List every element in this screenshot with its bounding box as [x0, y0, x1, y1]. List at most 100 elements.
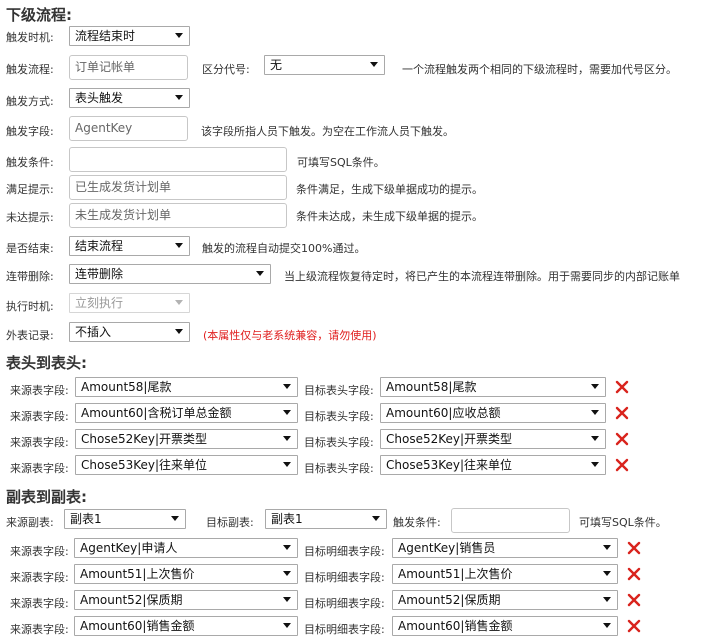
target-field-select[interactable]: Amount60|应收总额	[380, 403, 606, 423]
source-field-select[interactable]: Amount51|上次售价	[74, 564, 298, 584]
target-table-select[interactable]: 副表1	[265, 509, 387, 529]
close-x-icon[interactable]	[627, 593, 641, 607]
unsatisfied-hint-label: 未达提示:	[6, 211, 54, 224]
chevron-down-icon	[591, 462, 599, 467]
chevron-down-icon	[372, 516, 380, 521]
chevron-down-icon	[603, 623, 611, 628]
target-detail-field-select[interactable]: Amount60|销售金额	[392, 616, 618, 636]
source-field-select[interactable]: Amount58|尾款	[75, 377, 298, 397]
source-field-select[interactable]: Chose52Key|开票类型	[75, 429, 298, 449]
chevron-down-icon	[603, 597, 611, 602]
chevron-down-icon	[603, 545, 611, 550]
distinguish-code-select[interactable]: 无	[264, 55, 385, 75]
chevron-down-icon	[370, 62, 378, 67]
trigger-mode-value: 表头触发	[75, 91, 124, 105]
close-x-icon[interactable]	[615, 432, 629, 446]
target-field-select[interactable]: Chose52Key|开票类型	[380, 429, 606, 449]
unsatisfied-hint-hint: 条件未达成，未生成下级单据的提示。	[296, 210, 483, 223]
trigger-mode-label: 触发方式:	[6, 95, 54, 108]
source-field-select[interactable]: Amount60|销售金额	[74, 616, 298, 636]
close-x-icon[interactable]	[627, 541, 641, 555]
target-detail-field-label: 目标明细表字段:	[304, 545, 385, 558]
distinguish-code-hint: 一个流程触发两个相同的下级流程时，需要加代号区分。	[402, 63, 677, 76]
chevron-down-icon	[283, 436, 291, 441]
source-field-label: 来源表字段:	[10, 436, 69, 449]
target-field-select[interactable]: Chose53Key|往来单位	[380, 455, 606, 475]
chevron-down-icon	[603, 571, 611, 576]
close-x-icon[interactable]	[627, 567, 641, 581]
chevron-down-icon	[283, 545, 291, 550]
chevron-down-icon	[175, 95, 183, 100]
target-table-value: 副表1	[271, 512, 303, 526]
distinguish-code-value: 无	[270, 58, 283, 72]
is-end-select[interactable]: 结束流程	[69, 236, 190, 256]
target-field-label: 目标表头字段:	[304, 436, 374, 449]
target-field-label: 目标表头字段:	[304, 462, 374, 475]
chevron-down-icon	[175, 243, 183, 248]
target-detail-field-select[interactable]: Amount52|保质期	[392, 590, 618, 610]
source-field-label: 来源表字段:	[10, 545, 69, 558]
chevron-down-icon	[283, 462, 291, 467]
trigger-condition-hint: 可填写SQL条件。	[297, 156, 385, 169]
trigger-time-select[interactable]: 流程结束时	[69, 26, 190, 46]
chevron-down-icon	[283, 384, 291, 389]
chevron-down-icon	[283, 623, 291, 628]
external-record-select[interactable]: 不插入	[69, 322, 190, 342]
satisfied-hint-label: 满足提示:	[6, 183, 54, 196]
source-field-value: Amount51|上次售价	[80, 567, 195, 581]
trigger-field-input[interactable]: AgentKey	[69, 116, 188, 141]
trigger-mode-select[interactable]: 表头触发	[69, 88, 190, 108]
source-field-select[interactable]: Amount60|含税订单总金额	[75, 403, 298, 423]
close-x-icon[interactable]	[615, 406, 629, 420]
satisfied-hint-input[interactable]: 已生成发货计划单	[69, 175, 287, 200]
external-record-value: 不插入	[75, 325, 112, 339]
close-x-icon[interactable]	[615, 458, 629, 472]
target-field-value: Chose52Key|开票类型	[386, 432, 513, 446]
close-x-icon[interactable]	[615, 380, 629, 394]
source-field-label: 来源表字段:	[10, 462, 69, 475]
source-field-label: 来源表字段:	[10, 571, 69, 584]
target-table-label: 目标副表:	[206, 516, 254, 529]
source-field-value: Amount52|保质期	[80, 593, 183, 607]
chevron-down-icon	[256, 271, 264, 276]
target-detail-field-select[interactable]: AgentKey|销售员	[392, 538, 618, 558]
trigger-field-hint: 该字段所指人员下触发。为空在工作流人员下触发。	[201, 125, 454, 138]
detail-condition-input[interactable]	[451, 508, 570, 533]
chevron-down-icon	[283, 410, 291, 415]
target-detail-field-select[interactable]: Amount51|上次售价	[392, 564, 618, 584]
chevron-down-icon	[591, 436, 599, 441]
source-field-select[interactable]: AgentKey|申请人	[74, 538, 298, 558]
chevron-down-icon	[175, 300, 183, 305]
detail-condition-hint: 可填写SQL条件。	[579, 516, 667, 529]
cascade-delete-label: 连带删除:	[6, 270, 54, 283]
target-detail-field-value: Amount60|销售金额	[398, 619, 513, 633]
target-detail-field-label: 目标明细表字段:	[304, 597, 385, 610]
target-field-select[interactable]: Amount58|尾款	[380, 377, 606, 397]
source-field-select[interactable]: Amount52|保质期	[74, 590, 298, 610]
trigger-condition-input[interactable]	[69, 147, 287, 172]
source-table-value: 副表1	[70, 512, 102, 526]
trigger-flow-label: 触发流程:	[6, 63, 54, 76]
external-record-warning: (本属性仅与老系统兼容，请勿使用)	[203, 329, 377, 342]
target-field-label: 目标表头字段:	[304, 384, 374, 397]
source-field-select[interactable]: Chose53Key|往来单位	[75, 455, 298, 475]
section-title-detail-to-detail: 副表到副表:	[6, 488, 87, 506]
unsatisfied-hint-input[interactable]: 未生成发货计划单	[69, 203, 287, 228]
close-x-icon[interactable]	[627, 619, 641, 633]
source-field-label: 来源表字段:	[10, 384, 69, 397]
target-field-value: Amount58|尾款	[386, 380, 477, 394]
cascade-delete-select[interactable]: 连带删除	[69, 264, 271, 284]
target-detail-field-value: Amount52|保质期	[398, 593, 501, 607]
cascade-delete-hint: 当上级流程恢复待定时，将已产生的本流程连带删除。用于需要同步的内部记账单	[284, 270, 680, 283]
chevron-down-icon	[283, 597, 291, 602]
is-end-value: 结束流程	[75, 239, 124, 253]
chevron-down-icon	[175, 329, 183, 334]
target-detail-field-value: Amount51|上次售价	[398, 567, 513, 581]
trigger-flow-input[interactable]: 订单记帐单	[69, 55, 188, 80]
source-field-value: AgentKey|申请人	[80, 541, 178, 555]
trigger-time-value: 流程结束时	[75, 29, 136, 43]
is-end-hint: 触发的流程自动提交100%通过。	[202, 242, 366, 255]
source-table-select[interactable]: 副表1	[64, 509, 186, 529]
chevron-down-icon	[283, 571, 291, 576]
source-field-label: 来源表字段:	[10, 597, 69, 610]
